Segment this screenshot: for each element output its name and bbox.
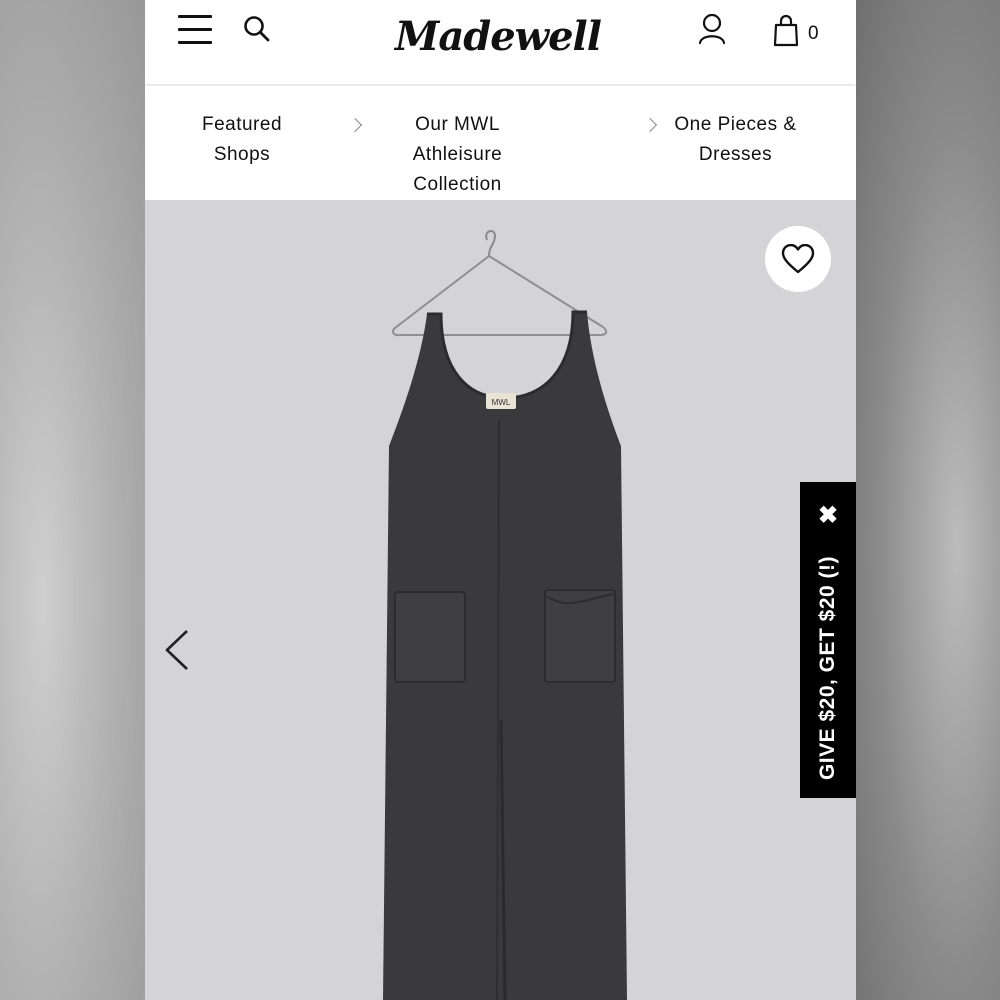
left-background-blur xyxy=(0,0,145,1000)
menu-icon[interactable] xyxy=(178,15,212,45)
chevron-right-icon xyxy=(642,117,658,133)
breadcrumb-mwl-athleisure[interactable]: Our MWL Athleisure Collection xyxy=(370,110,545,200)
breadcrumb-label: Shops xyxy=(213,144,271,165)
search-icon[interactable] xyxy=(243,14,271,44)
heart-icon xyxy=(781,244,815,274)
wishlist-button[interactable] xyxy=(765,226,831,292)
previous-image-arrow-icon[interactable] xyxy=(163,628,193,672)
promo-label: GIVE $20, GET $20 (!) xyxy=(816,555,839,781)
product-image-gallery[interactable]: MWL ✖ GIVE $20, GET $20 (!) xyxy=(145,200,856,1000)
chevron-right-icon xyxy=(347,117,363,133)
close-icon[interactable]: ✖ xyxy=(800,496,856,536)
breadcrumb-featured-shops[interactable]: Featured Shops xyxy=(182,110,302,170)
breadcrumb-label: One Pieces & xyxy=(674,114,797,135)
account-icon[interactable] xyxy=(697,12,727,46)
madewell-logo[interactable]: Madewell xyxy=(393,6,603,66)
referral-promo-tab[interactable]: ✖ GIVE $20, GET $20 (!) xyxy=(800,482,856,798)
breadcrumb-label: Our MWL Athleisure xyxy=(412,114,503,165)
right-background-blur xyxy=(856,0,1000,1000)
breadcrumb-one-pieces-dresses[interactable]: One Pieces & Dresses xyxy=(663,110,808,170)
bag-count[interactable]: 0 xyxy=(808,23,819,45)
mobile-page: Madewell 0 Featured Shops Our MWL Athlei… xyxy=(145,0,856,1000)
product-image-jumpsuit: MWL xyxy=(383,230,627,1000)
breadcrumb-label: Featured xyxy=(201,114,283,135)
garment-label-text: MWL xyxy=(492,398,511,407)
breadcrumb-label: Dresses xyxy=(698,144,773,165)
site-header: Madewell 0 xyxy=(145,0,856,84)
bag-icon[interactable] xyxy=(773,14,799,48)
breadcrumb: Featured Shops Our MWL Athleisure Collec… xyxy=(145,86,856,200)
breadcrumb-label: Collection xyxy=(413,174,502,195)
